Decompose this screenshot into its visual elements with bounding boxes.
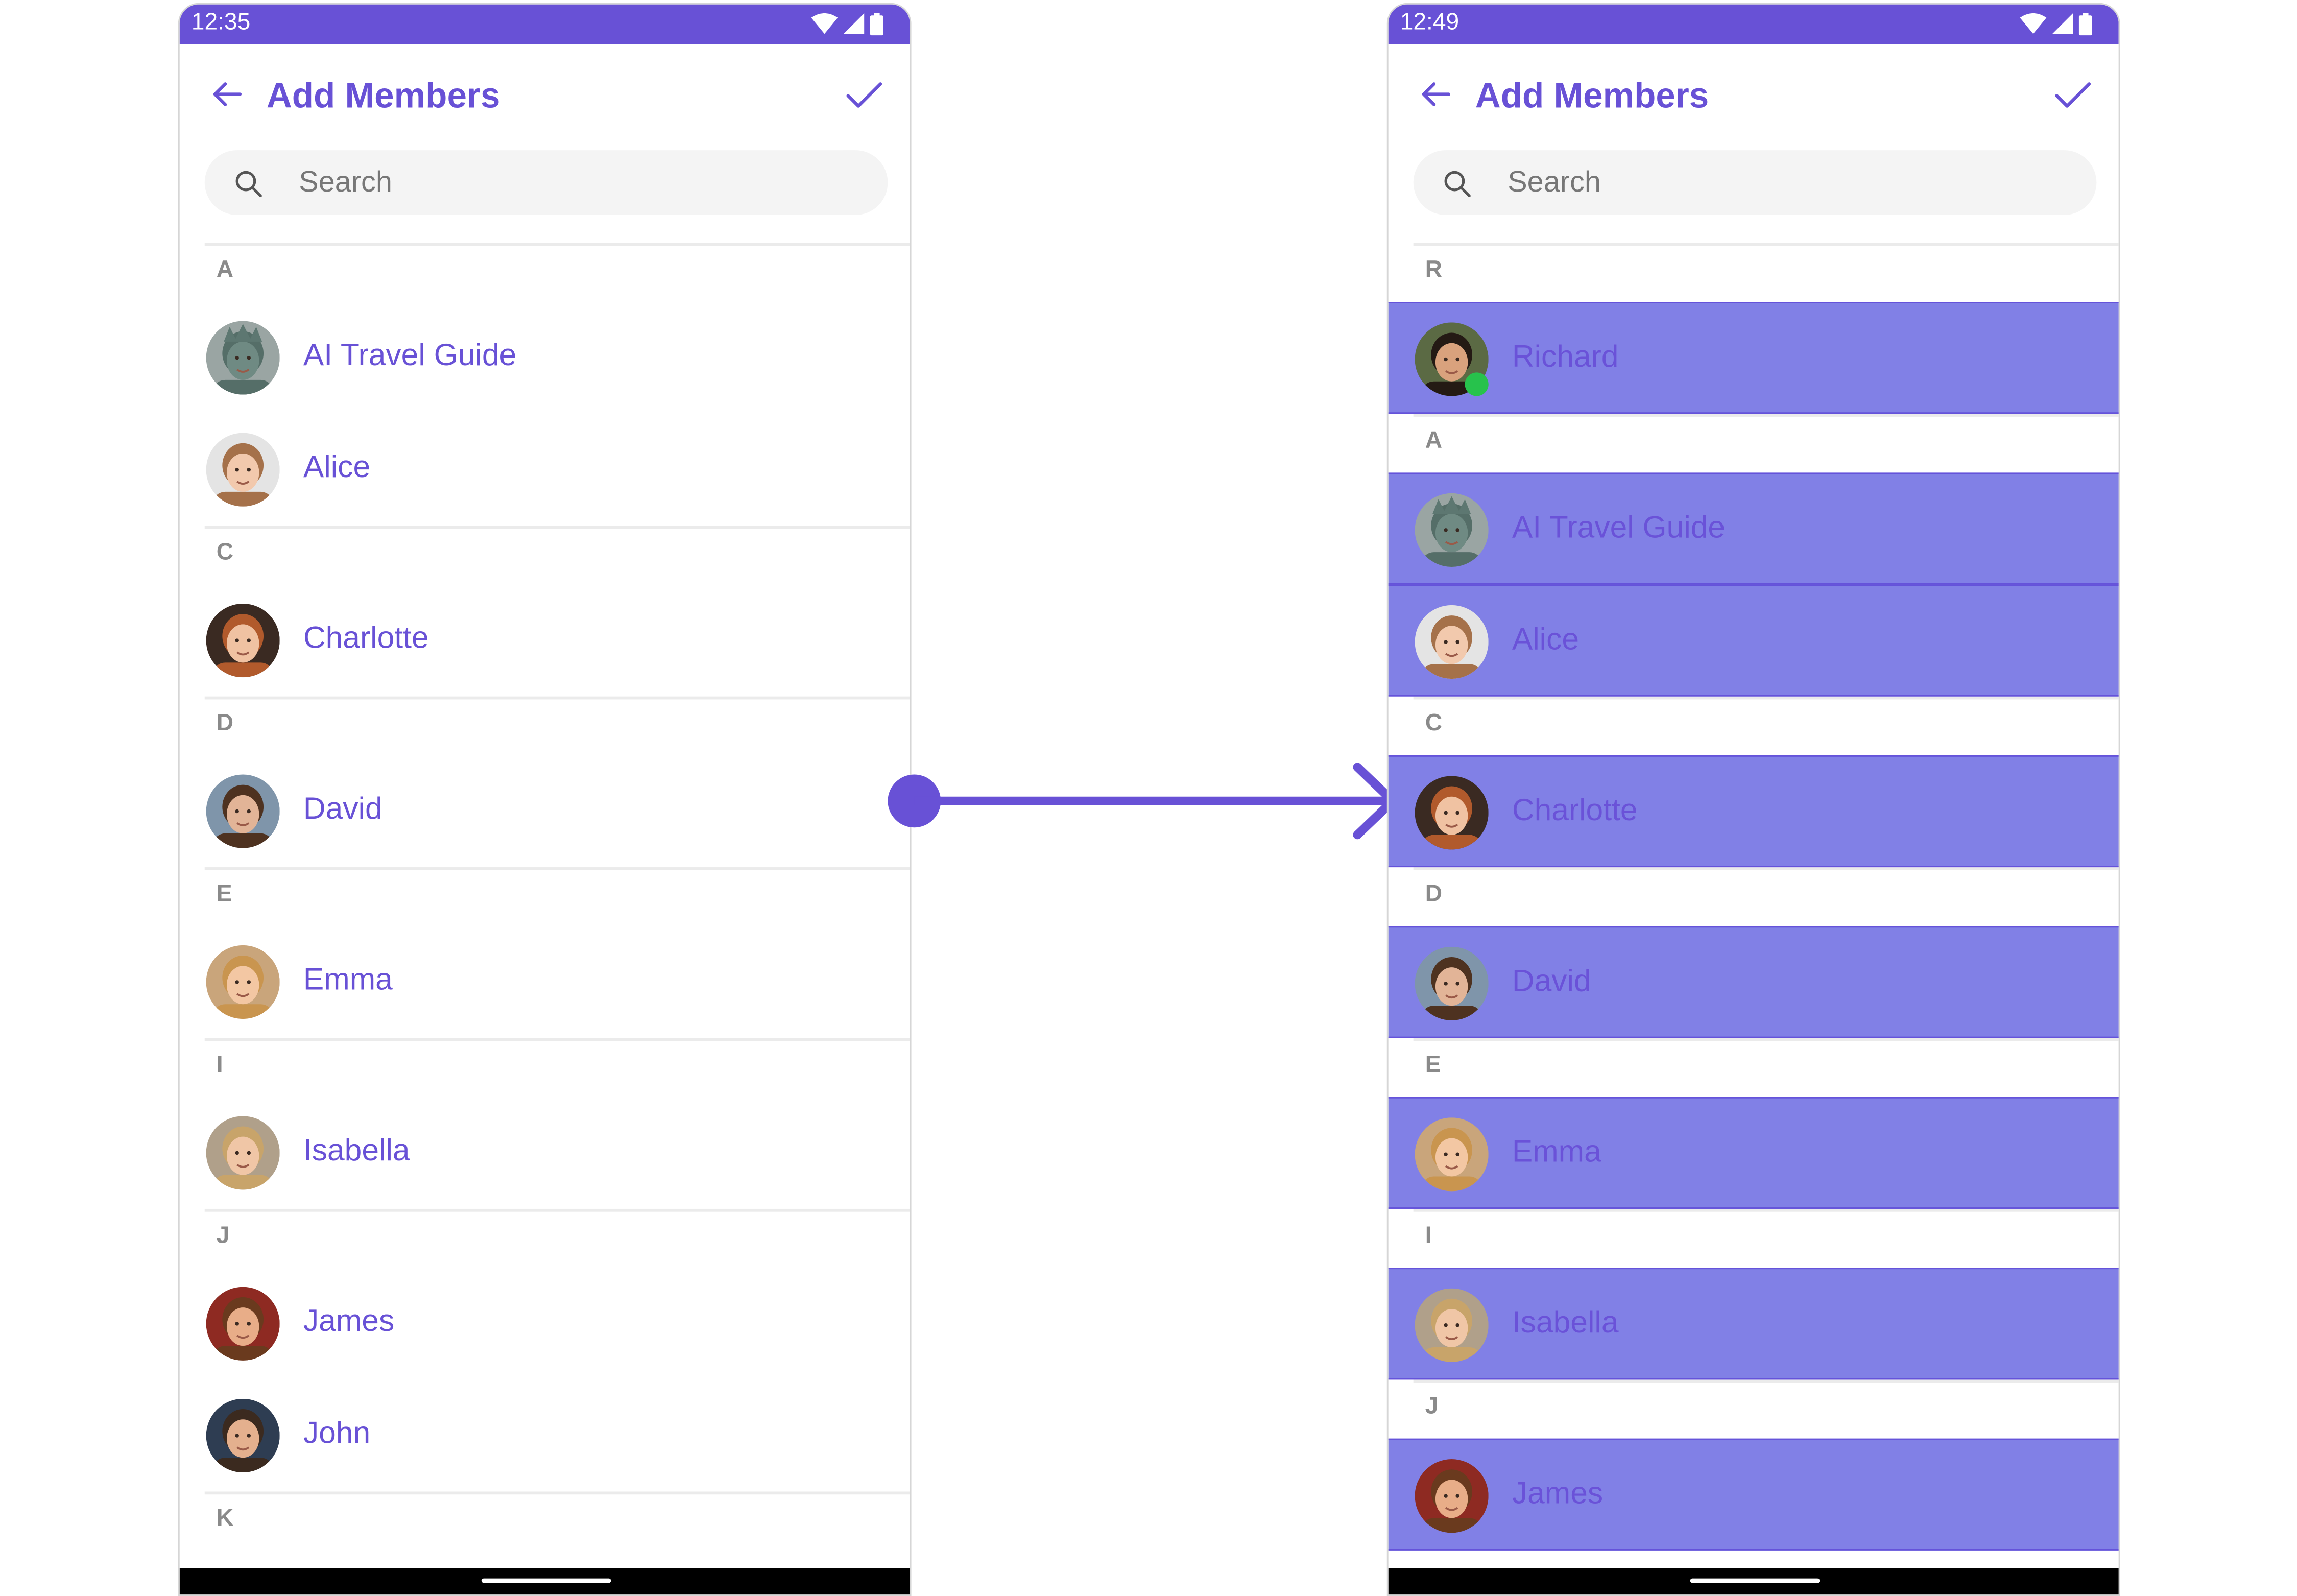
member-row[interactable]: AI Travel Guide: [1388, 472, 2119, 585]
member-list: A AI Travel Guide Alice C Charlotte D David E Em…: [180, 243, 910, 1551]
search-placeholder: Search: [1508, 166, 1601, 199]
member-row[interactable]: Alice: [1388, 584, 2119, 697]
wifi-icon: [2020, 13, 2047, 34]
member-name: James: [1512, 1476, 1604, 1511]
member-name: David: [303, 792, 382, 826]
section-header: J: [216, 1223, 230, 1249]
avatar: [206, 945, 280, 1019]
avatar: [1415, 776, 1489, 850]
search-input[interactable]: Search: [204, 150, 888, 215]
member-name: Emma: [1512, 1135, 1601, 1170]
avatar: [206, 1116, 280, 1190]
member-row[interactable]: Isabella: [180, 1097, 910, 1209]
home-indicator[interactable]: [1690, 1578, 1820, 1583]
member-row[interactable]: David: [1388, 926, 2119, 1038]
status-time: 12:49: [1400, 10, 1459, 36]
section-header: I: [216, 1053, 223, 1078]
member-name: Isabella: [303, 1133, 410, 1168]
avatar: [1415, 1459, 1489, 1533]
member-name: Emma: [303, 963, 393, 997]
avatar: [1415, 493, 1489, 567]
member-list: R Richard A AI Travel Guide Alice C Charlotte D…: [1388, 243, 2119, 1551]
member-row[interactable]: Emma: [1388, 1097, 2119, 1209]
member-name: Alice: [1512, 623, 1580, 657]
search-icon: [1444, 171, 1471, 198]
navigation-bar: [179, 1568, 910, 1595]
member-row[interactable]: Alice: [180, 414, 910, 526]
home-indicator[interactable]: [481, 1578, 611, 1583]
battery-icon: [2078, 12, 2092, 35]
wifi-icon: [811, 13, 838, 34]
avatar: [206, 1398, 280, 1472]
search-input[interactable]: Search: [1413, 150, 2097, 215]
avatar: [206, 321, 280, 395]
app-bar: Add Members: [1389, 44, 2119, 144]
comparison-stage: 12:35 Add Members Search A AI Travel Guid…: [0, 0, 2296, 1596]
section-header: K: [216, 1506, 234, 1532]
member-name: AI Travel Guide: [1512, 511, 1726, 545]
section-header: E: [216, 882, 232, 907]
back-arrow-icon[interactable]: [209, 77, 244, 112]
member-name: James: [303, 1304, 395, 1339]
battery-icon: [870, 12, 883, 35]
status-icons: [2020, 12, 2092, 35]
member-row[interactable]: John: [180, 1379, 910, 1491]
member-row[interactable]: James: [1388, 1438, 2119, 1551]
avatar: [1415, 605, 1489, 679]
avatar: [206, 1287, 280, 1361]
status-icons: [811, 12, 883, 35]
confirm-check-icon[interactable]: [2054, 77, 2092, 112]
section-header: C: [1425, 711, 1443, 736]
member-row[interactable]: Richard: [1388, 302, 2119, 414]
member-name: Alice: [303, 450, 371, 485]
member-name: AI Travel Guide: [303, 339, 517, 373]
member-row[interactable]: Emma: [180, 926, 910, 1038]
confirm-check-icon[interactable]: [845, 77, 883, 112]
member-row[interactable]: Charlotte: [1388, 755, 2119, 868]
avatar: [1415, 946, 1489, 1020]
back-arrow-icon[interactable]: [1418, 77, 1453, 112]
section-header: R: [1425, 257, 1443, 283]
status-bar: 12:35: [179, 4, 910, 44]
status-time: 12:35: [191, 10, 251, 36]
avatar: [1415, 1288, 1489, 1362]
member-row[interactable]: Charlotte: [180, 585, 910, 697]
phone-before: 12:35 Add Members Search A AI Travel Guid…: [178, 3, 912, 1596]
search-placeholder: Search: [299, 166, 392, 199]
member-row[interactable]: AI Travel Guide: [180, 302, 910, 414]
section-header: D: [216, 711, 234, 736]
section-header: I: [1425, 1223, 1432, 1249]
signal-icon: [2052, 13, 2073, 34]
search-icon: [235, 171, 262, 198]
member-name: Richard: [1512, 340, 1619, 374]
phone-after: 12:49 Add Members Search R Richard A AI Tra…: [1386, 3, 2120, 1596]
avatar: [206, 604, 280, 678]
avatar: [1415, 1117, 1489, 1192]
section-header: E: [1425, 1053, 1441, 1078]
avatar: [206, 774, 280, 848]
member-row[interactable]: Isabella: [1388, 1268, 2119, 1380]
member-row[interactable]: David: [180, 755, 910, 867]
avatar: [206, 433, 280, 507]
member-row[interactable]: James: [180, 1268, 910, 1379]
transition-arrow: [888, 763, 1397, 840]
navigation-bar: [1388, 1568, 2119, 1595]
member-name: Charlotte: [303, 621, 429, 655]
member-name: David: [1512, 964, 1591, 998]
status-bar: 12:49: [1388, 4, 2119, 44]
section-header: A: [1425, 428, 1443, 454]
member-name: Charlotte: [1512, 793, 1638, 828]
page-title: Add Members: [266, 76, 500, 116]
signal-icon: [843, 13, 865, 34]
page-title: Add Members: [1475, 76, 1709, 116]
member-name: Isabella: [1512, 1306, 1619, 1340]
section-header: J: [1425, 1394, 1439, 1420]
section-header: A: [216, 257, 234, 283]
app-bar: Add Members: [180, 44, 910, 144]
member-name: John: [303, 1416, 371, 1450]
section-header: D: [1425, 882, 1443, 907]
section-header: C: [216, 540, 234, 566]
online-status-indicator: [1465, 372, 1489, 396]
